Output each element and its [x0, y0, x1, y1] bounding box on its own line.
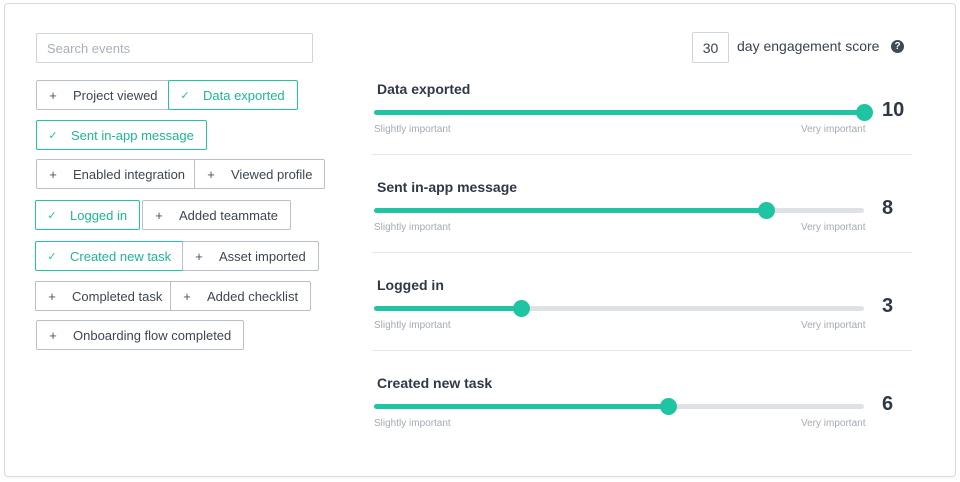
check-icon: ✓ — [180, 89, 190, 102]
slider-high-label: Very important — [801, 320, 866, 331]
slider-title: Data exported — [377, 81, 471, 97]
plus-icon: + — [183, 288, 191, 304]
slider-section-logged-in: Logged in Slightly important Very import… — [372, 253, 912, 351]
plus-icon: + — [207, 166, 215, 182]
slider-high-label: Very important — [801, 222, 866, 233]
slider-low-label: Slightly important — [374, 222, 451, 233]
plus-icon: + — [49, 166, 57, 182]
slider-title: Created new task — [377, 375, 493, 391]
event-chip-completed-task[interactable]: + Completed task — [35, 281, 176, 311]
slider-fill — [374, 110, 864, 115]
slider-low-label: Slightly important — [374, 320, 451, 331]
importance-slider[interactable] — [374, 202, 864, 219]
event-chip-label: Sent in-app message — [71, 127, 194, 143]
engagement-score-label: day engagement score — [737, 38, 880, 54]
slider-fill — [374, 208, 766, 213]
event-chip-data-exported[interactable]: ✓ Data exported — [168, 80, 298, 110]
importance-slider[interactable] — [374, 104, 873, 121]
slider-fill — [374, 306, 521, 311]
plus-icon: + — [49, 87, 57, 103]
slider-title: Sent in-app message — [377, 179, 518, 195]
slider-value: 3 — [882, 295, 894, 317]
search-events-input[interactable] — [36, 33, 313, 63]
event-chip-sent-in-app-message[interactable]: ✓ Sent in-app message — [36, 120, 207, 150]
event-chip-created-new-task[interactable]: ✓ Created new task — [35, 241, 185, 271]
slider-fill — [374, 404, 668, 409]
event-chip-onboarding-flow-completed[interactable]: + Onboarding flow completed — [36, 320, 245, 350]
slider-value: 8 — [882, 197, 894, 219]
slider-high-label: Very important — [801, 418, 866, 429]
event-chip-enabled-integration[interactable]: + Enabled integration — [36, 159, 199, 189]
event-chip-asset-imported[interactable]: + Asset imported — [182, 241, 319, 271]
slider-value: 10 — [882, 99, 905, 121]
event-chip-label: Data exported — [203, 87, 285, 103]
slider-section-sent-in-app-message: Sent in-app message Slightly important V… — [372, 155, 912, 253]
check-icon: ✓ — [48, 129, 58, 142]
event-chip-label: Asset imported — [219, 248, 306, 264]
event-chip-viewed-profile[interactable]: + Viewed profile — [194, 159, 326, 189]
slider-thumb[interactable] — [758, 202, 775, 219]
event-chip-logged-in[interactable]: ✓ Logged in — [35, 200, 141, 230]
importance-slider[interactable] — [374, 300, 864, 317]
event-chip-label: Enabled integration — [73, 166, 186, 182]
plus-icon: + — [195, 248, 203, 264]
event-chip-label: Completed task — [72, 288, 163, 304]
event-chip-label: Created new task — [70, 248, 172, 264]
event-chip-label: Added checklist — [207, 288, 299, 304]
slider-high-label: Very important — [801, 124, 866, 135]
event-chip-label: Added teammate — [179, 207, 279, 223]
event-chip-label: Onboarding flow completed — [73, 327, 232, 343]
event-chip-label: Viewed profile — [231, 166, 313, 182]
event-chip-label: Logged in — [70, 207, 128, 223]
slider-low-label: Slightly important — [374, 124, 451, 135]
slider-thumb[interactable] — [513, 300, 530, 317]
check-icon: ✓ — [47, 250, 57, 263]
slider-section-data-exported: Data exported Slightly important Very im… — [372, 57, 912, 155]
slider-low-label: Slightly important — [374, 418, 451, 429]
help-icon[interactable]: ? — [891, 40, 904, 53]
slider-thumb[interactable] — [856, 104, 873, 121]
importance-slider[interactable] — [374, 398, 864, 415]
slider-value: 6 — [882, 393, 894, 415]
plus-icon: + — [49, 327, 57, 343]
plus-icon: + — [155, 207, 163, 223]
event-chip-added-teammate[interactable]: + Added teammate — [142, 200, 292, 230]
slider-thumb[interactable] — [660, 398, 677, 415]
event-chip-label: Project viewed — [73, 87, 158, 103]
event-chip-project-viewed[interactable]: + Project viewed — [36, 80, 171, 110]
slider-section-created-new-task: Created new task Slightly important Very… — [372, 351, 912, 449]
plus-icon: + — [48, 288, 56, 304]
event-chip-added-checklist[interactable]: + Added checklist — [170, 281, 312, 311]
slider-title: Logged in — [377, 277, 444, 293]
check-icon: ✓ — [47, 209, 57, 222]
